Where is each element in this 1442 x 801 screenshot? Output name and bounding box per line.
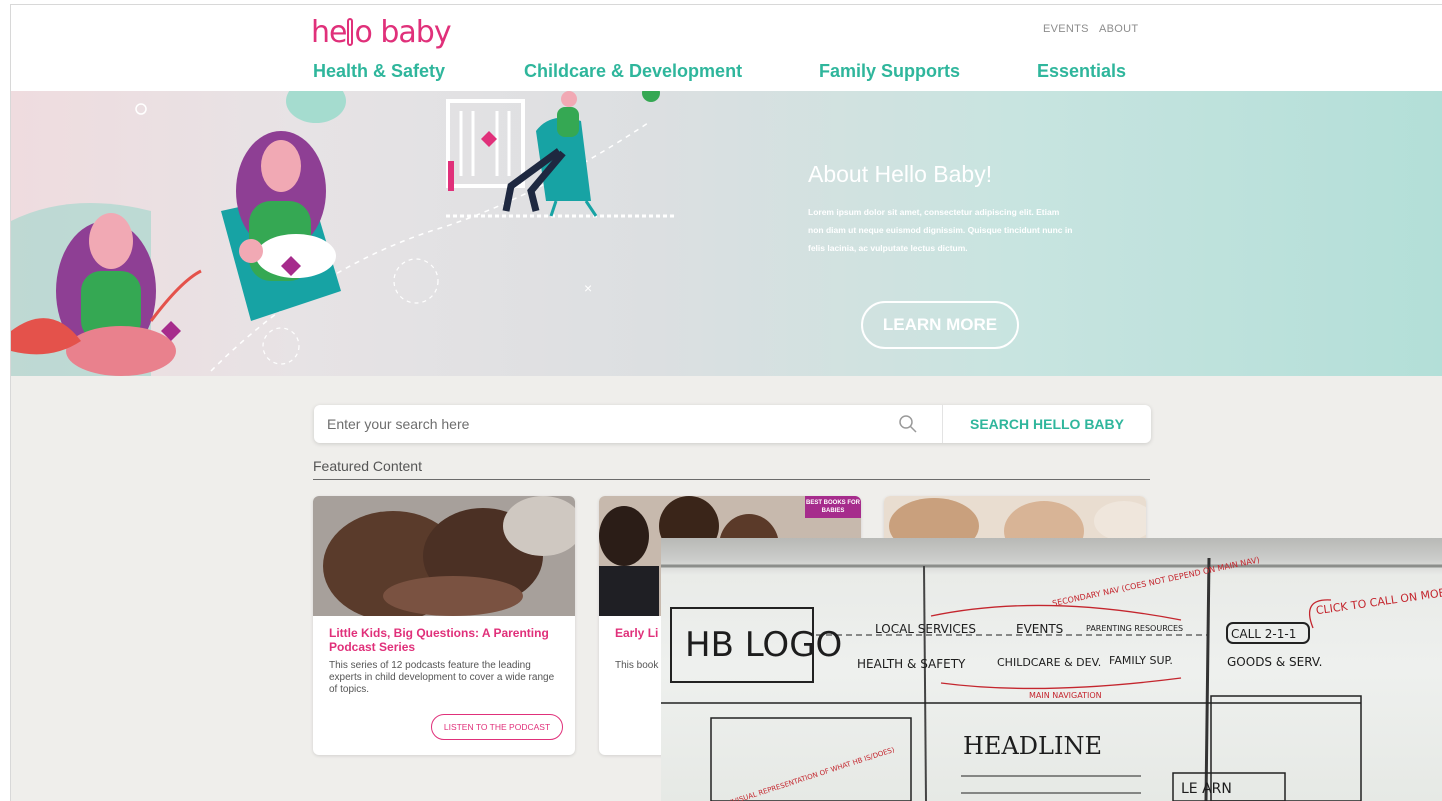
search-hello-baby-button[interactable]: SEARCH HELLO BABY: [942, 405, 1151, 443]
wb-note-visual-representation: (VISUAL REPRESENTATION OF WHAT HB IS/DOE…: [729, 746, 896, 801]
featured-card-podcast[interactable]: Little Kids, Big Questions: A Parenting …: [313, 496, 575, 755]
wb-note-goods-serv: GOODS & SERV.: [1227, 655, 1322, 669]
card-image-baby: [313, 496, 575, 621]
whiteboard-sketch: HB LOGO LOCAL SERVICES EVENTS PARENTING …: [661, 555, 1442, 801]
featured-content-heading: Featured Content: [313, 458, 1150, 480]
card-description: This series of 12 podcasts feature the l…: [329, 660, 555, 695]
wb-note-call-211: CALL 2-1-1: [1231, 627, 1296, 641]
wb-note-click-to-call: CLICK TO CALL ON MOBILE: [1315, 584, 1442, 617]
nav-link-events[interactable]: EVENTS: [1043, 23, 1089, 35]
search-icon[interactable]: [898, 414, 918, 434]
main-nav-family-supports[interactable]: Family Supports: [819, 61, 960, 82]
svg-text:×: ×: [584, 280, 592, 296]
wb-note-local-services: LOCAL SERVICES: [875, 622, 976, 636]
main-nav-essentials[interactable]: Essentials: [1037, 61, 1126, 82]
wb-note-family-sup: FAMILY SUP.: [1109, 654, 1173, 667]
nav-link-about[interactable]: ABOUT: [1099, 23, 1138, 35]
listen-to-podcast-button[interactable]: LISTEN TO THE PODCAST: [431, 714, 563, 740]
wb-note-learn: LE ARN: [1181, 781, 1232, 797]
search-bar: SEARCH HELLO BABY: [314, 405, 1151, 443]
wb-note-secondary-nav: SECONDARY NAV (COES NOT DEPEND ON MAIN N…: [1051, 555, 1260, 608]
hello-baby-logo[interactable]: he o baby: [311, 15, 452, 50]
hero-title: About Hello Baby!: [808, 161, 993, 187]
wb-note-headline: HEADLINE: [963, 732, 1102, 760]
wb-note-events: EVENTS: [1016, 622, 1063, 636]
best-books-badge: BEST BOOKS FOR BABIES: [805, 496, 861, 518]
hero-illustration: ×: [11, 91, 676, 376]
main-nav-health-safety[interactable]: Health & Safety: [313, 61, 445, 82]
safety-pin-icon: [347, 18, 354, 46]
wb-note-hb-logo: HB LOGO: [685, 625, 842, 665]
search-input[interactable]: [314, 405, 940, 443]
whiteboard-wireframe-photo: HB LOGO LOCAL SERVICES EVENTS PARENTING …: [661, 538, 1442, 801]
hero-banner: × About Hello Baby! Lorem ipsum dolor si…: [11, 91, 1442, 376]
site-header: he o baby EVENTS ABOUT Health & Safety Ch…: [11, 5, 1442, 91]
wb-note-parenting-resources: PARENTING RESOURCES: [1086, 624, 1183, 633]
card-title[interactable]: Little Kids, Big Questions: A Parenting …: [329, 626, 561, 654]
wb-note-health-safety: HEALTH & SAFETY: [857, 657, 966, 671]
wb-note-main-navigation: MAIN NAVIGATION: [1029, 691, 1102, 700]
main-nav-childcare[interactable]: Childcare & Development: [524, 61, 742, 82]
hero-body: Lorem ipsum dolor sit amet, consectetur …: [808, 207, 1073, 253]
wb-note-childcare: CHILDCARE & DEV.: [997, 656, 1101, 669]
learn-more-button[interactable]: LEARN MORE: [861, 301, 1019, 349]
